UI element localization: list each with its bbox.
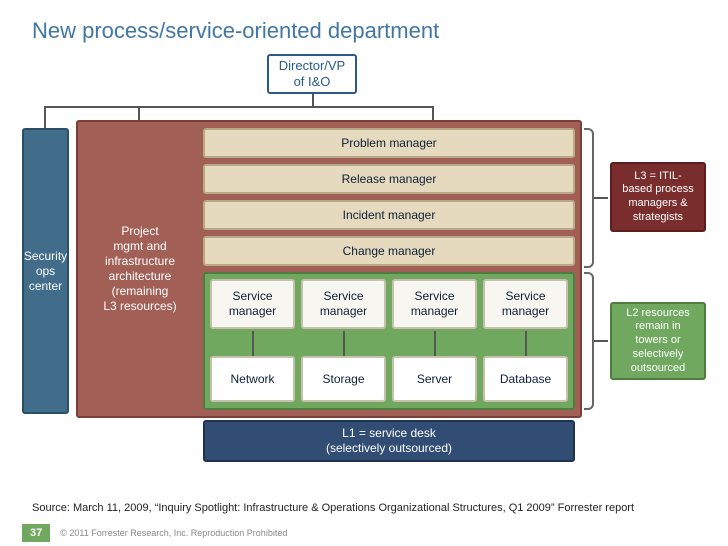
release-manager-box: Release manager xyxy=(203,164,575,194)
l1-service-desk-box: L1 = service desk(selectively outsourced… xyxy=(203,420,575,462)
server-box: Server xyxy=(392,356,477,402)
database-box: Database xyxy=(483,356,568,402)
slide-title: New process/service-oriented department xyxy=(0,0,728,52)
project-mgmt-box: Projectmgmt andinfrastructurearchitectur… xyxy=(84,128,196,410)
slide-footer: 37 © 2011 Forrester Research, Inc. Repro… xyxy=(22,524,287,542)
service-manager-network: Servicemanager xyxy=(210,279,295,329)
l2-brace xyxy=(584,272,594,410)
network-box: Network xyxy=(210,356,295,402)
service-manager-server: Servicemanager xyxy=(392,279,477,329)
service-manager-database: Servicemanager xyxy=(483,279,568,329)
security-ops-box: Securityopscenter xyxy=(22,128,69,414)
storage-box: Storage xyxy=(301,356,386,402)
change-manager-box: Change manager xyxy=(203,236,575,266)
page-number: 37 xyxy=(22,524,50,542)
service-manager-storage: Servicemanager xyxy=(301,279,386,329)
director-box: Director/VPof I&O xyxy=(267,54,357,94)
problem-manager-box: Problem manager xyxy=(203,128,575,158)
l3-brace xyxy=(584,128,594,268)
source-citation: Source: March 11, 2009, “Inquiry Spotlig… xyxy=(32,501,634,516)
l2-label-box: L2 resourcesremain intowers orselectivel… xyxy=(610,302,706,380)
incident-manager-box: Incident manager xyxy=(203,200,575,230)
org-chart-diagram: Director/VPof I&O Securityopscenter Proj… xyxy=(22,52,710,462)
l3-label-box: L3 = ITIL-based processmanagers &strateg… xyxy=(610,162,706,232)
copyright-text: © 2011 Forrester Research, Inc. Reproduc… xyxy=(60,528,287,538)
